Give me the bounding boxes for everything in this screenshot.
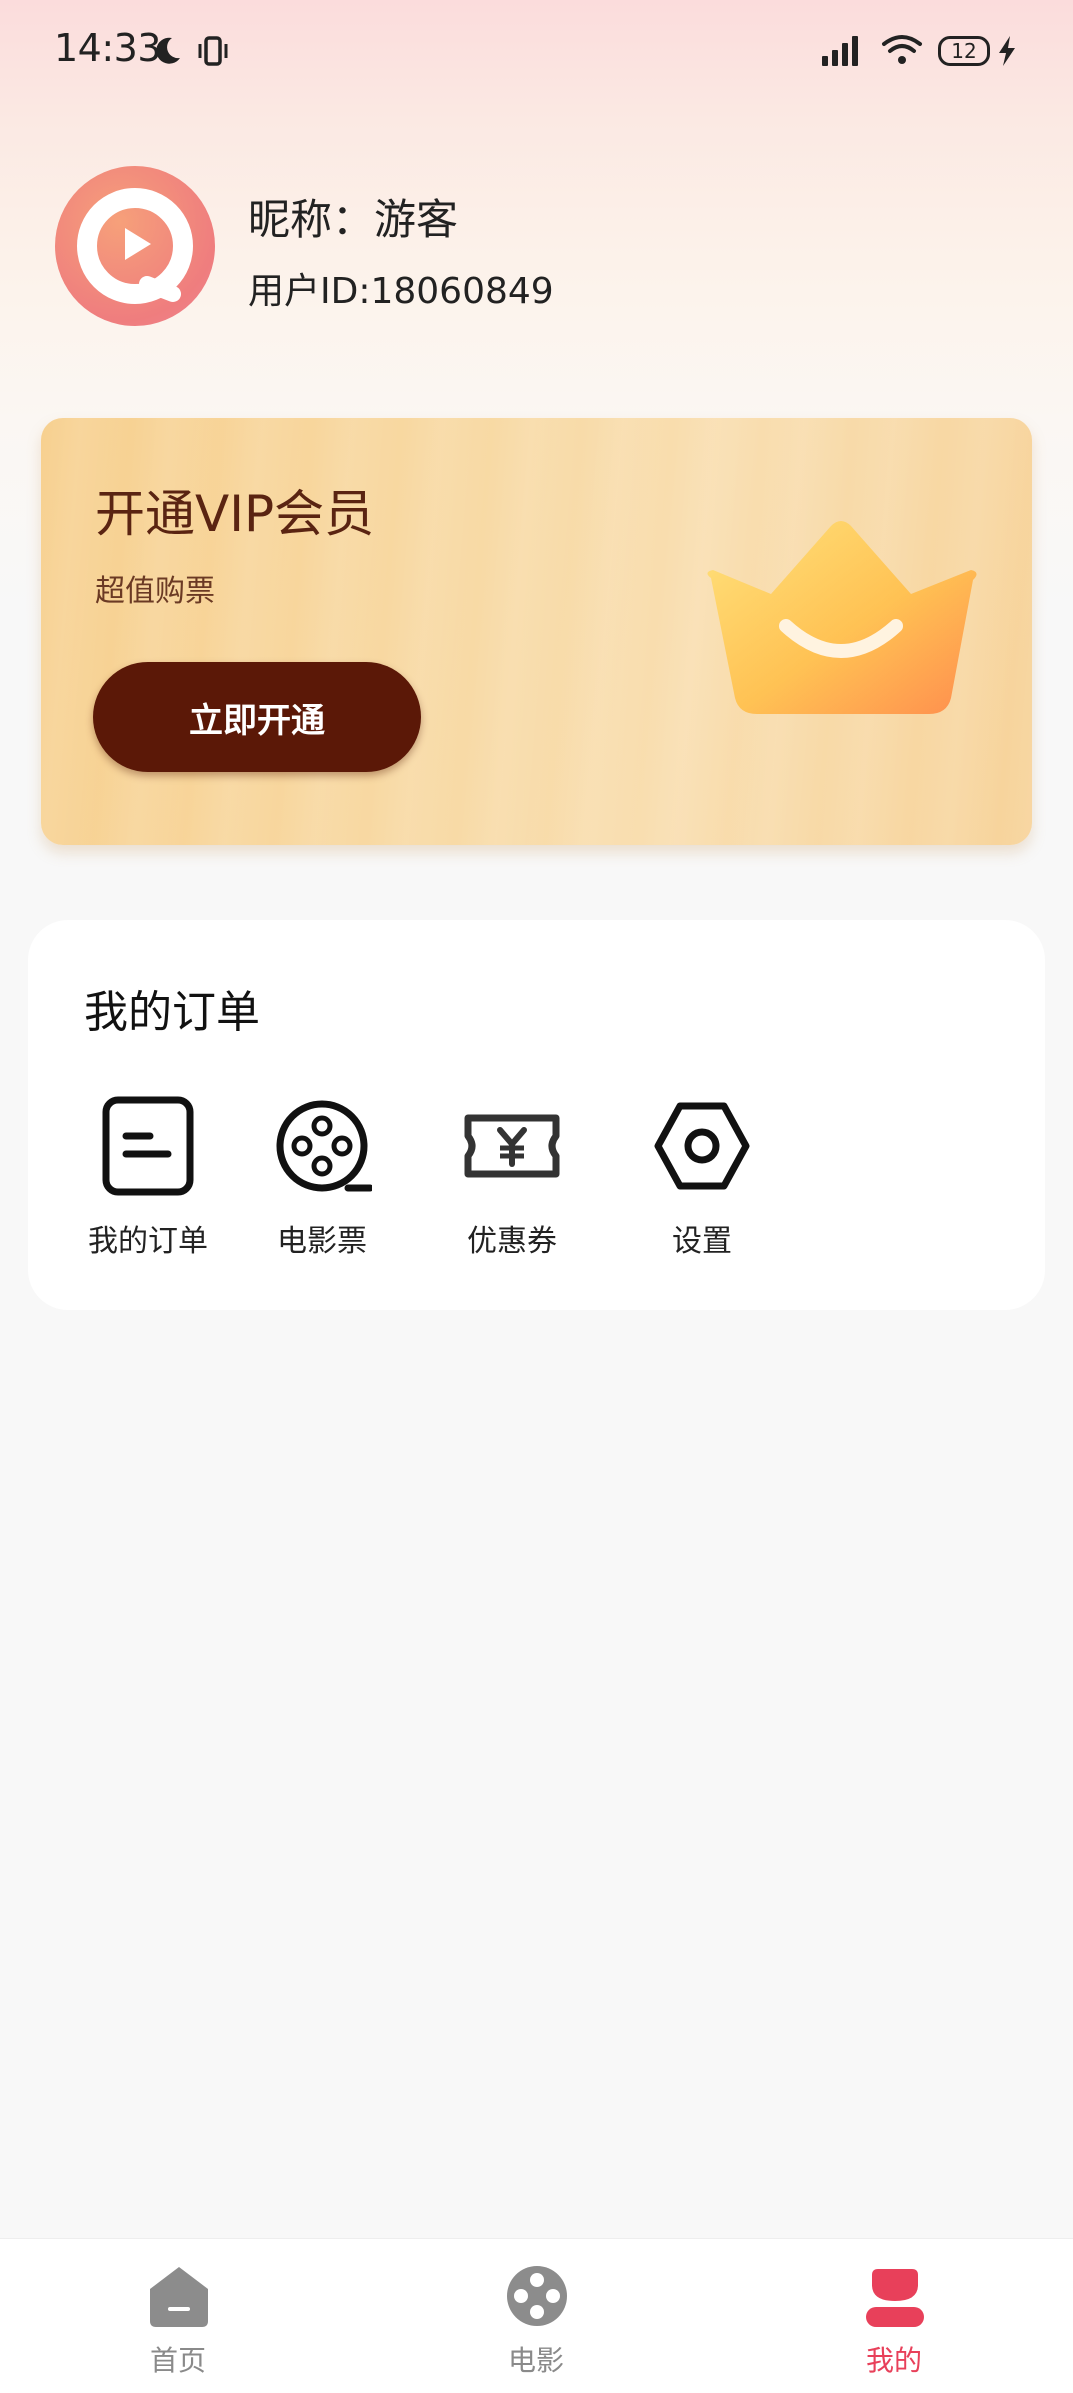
vip-card[interactable]: 开通VIP会员 超值购票 立即开通	[41, 418, 1032, 845]
wifi-icon	[882, 35, 922, 64]
moon-icon	[156, 37, 180, 64]
app-logo-icon	[77, 188, 193, 304]
vibrate-icon	[198, 36, 228, 66]
tab-profile[interactable]: 我的	[784, 2239, 1004, 2393]
my-orders-button[interactable]: 我的订单	[58, 1096, 218, 1266]
battery-level: 12	[951, 39, 977, 63]
tab-home[interactable]: 首页	[68, 2239, 288, 2393]
settings-icon	[654, 1102, 750, 1190]
vip-subtitle: 超值购票	[95, 574, 215, 609]
profile-icon	[866, 2269, 924, 2327]
status-time: 14:33	[54, 26, 162, 70]
status-bar: 14:33 12	[0, 0, 1073, 100]
home-icon	[150, 2267, 208, 2327]
tab-movies[interactable]: 电影	[426, 2239, 646, 2393]
settings-button[interactable]: 设置	[612, 1096, 772, 1266]
tab-home-label: 首页	[149, 2344, 206, 2377]
tab-movies-label: 电影	[507, 2344, 564, 2377]
orders-card: 我的订单 我的订单 电影票 优惠券 设置	[28, 920, 1045, 1310]
tab-profile-label: 我的	[865, 2344, 922, 2377]
user-id: 用户ID:18060849	[248, 271, 554, 312]
coupon-icon	[464, 1114, 560, 1178]
vip-title: 开通VIP会员	[95, 485, 375, 543]
order-item-label: 设置	[672, 1224, 732, 1259]
bolt-icon	[999, 36, 1015, 66]
movie-tickets-button[interactable]: 电影票	[232, 1096, 392, 1266]
avatar[interactable]	[55, 166, 215, 326]
order-item-label: 我的订单	[88, 1224, 208, 1259]
order-item-label: 电影票	[277, 1224, 367, 1259]
crown-icon	[707, 521, 977, 714]
signal-icon	[822, 36, 858, 66]
order-item-label: 优惠券	[467, 1224, 557, 1259]
coupons-button[interactable]: 优惠券	[422, 1096, 582, 1266]
activate-vip-button[interactable]: 立即开通	[93, 662, 421, 772]
bottom-nav: 首页 电影 我的	[0, 2238, 1073, 2393]
orders-title: 我的订单	[84, 987, 260, 1038]
film-reel-icon	[276, 1100, 372, 1192]
order-icon	[102, 1096, 194, 1196]
profile-page: 14:33 12 昵称：游客 用户ID:18060849 开通VIP会员 超值购…	[0, 0, 1073, 2393]
film-icon	[507, 2266, 567, 2326]
nickname: 昵称：游客	[248, 195, 459, 244]
battery-icon: 12	[938, 36, 990, 66]
